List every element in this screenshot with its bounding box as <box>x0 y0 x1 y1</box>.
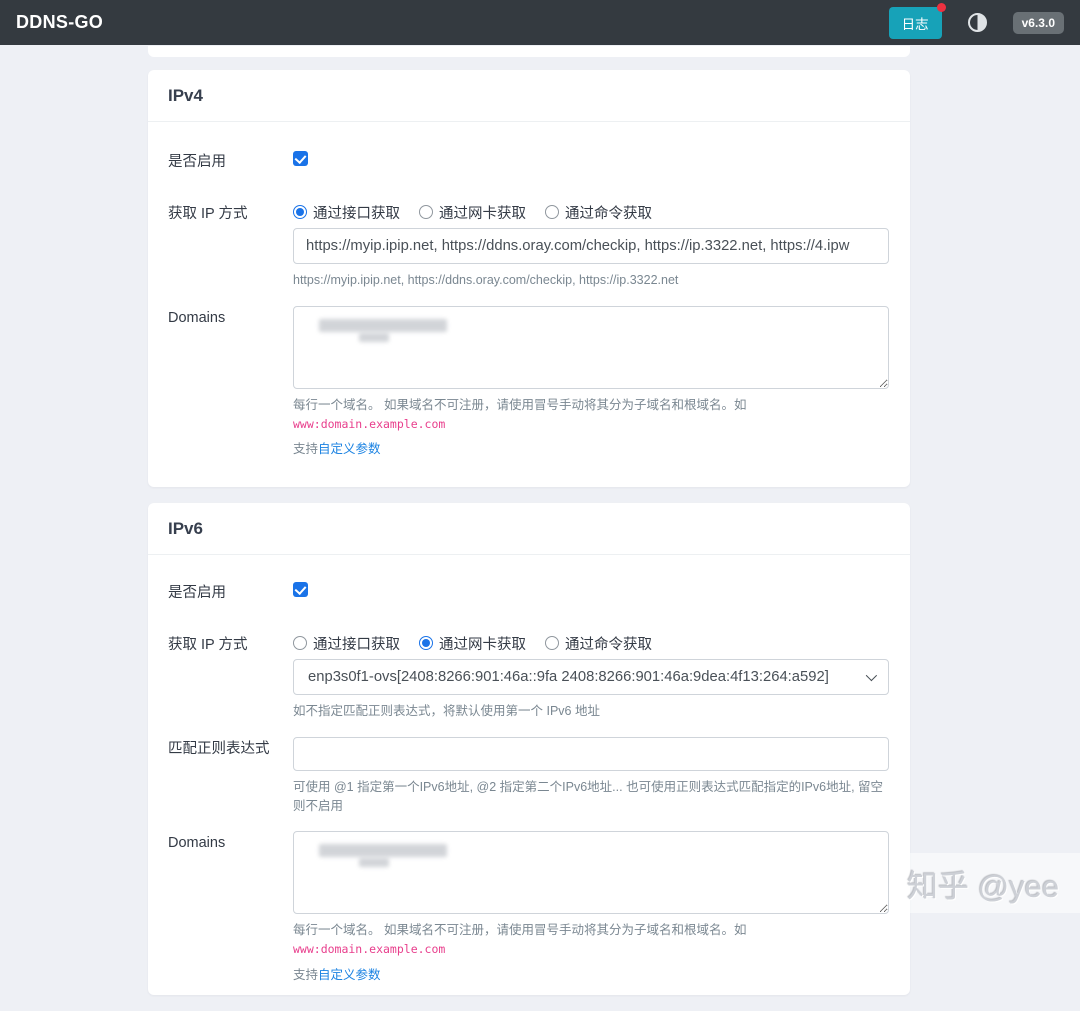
example-domain-code: www:domain.example.com <box>293 417 445 431</box>
logs-button-label: 日志 <box>902 17 929 32</box>
ipv4-card-header: IPv4 <box>148 70 910 122</box>
app-brand: DDNS-GO <box>16 12 103 33</box>
ipv4-domains-help-2: 支持自定义参数 <box>293 440 889 459</box>
top-navbar: DDNS-GO 日志 v6.3.0 <box>0 0 1080 45</box>
custom-params-link[interactable]: 自定义参数 <box>318 968 381 982</box>
ipv6-regex-label: 匹配正则表达式 <box>168 737 293 816</box>
version-badge: v6.3.0 <box>1013 12 1064 34</box>
ipv6-interface-select[interactable]: enp3s0f1-ovs[2408:8266:901:46a::9fa 2408… <box>293 659 889 695</box>
ipv6-method-command[interactable]: 通过命令获取 <box>545 633 652 654</box>
ipv4-method-interface[interactable]: 通过接口获取 <box>293 202 400 223</box>
ipv6-domains-help: 每行一个域名。 如果域名不可注册，请使用冒号手动将其分为子域名和根域名。如 ww… <box>293 921 889 959</box>
radio-unchecked-icon <box>545 636 559 650</box>
example-domain-code: www:domain.example.com <box>293 942 445 956</box>
ipv6-card-header: IPv6 <box>148 503 910 555</box>
ipv6-enable-checkbox[interactable] <box>293 582 308 597</box>
ipv6-card: IPv6 是否启用 获取 IP 方式 通过接口获取 <box>148 503 910 995</box>
notification-dot-icon <box>937 3 946 12</box>
ipv4-domains-help: 每行一个域名。 如果域名不可注册，请使用冒号手动将其分为子域名和根域名。如 ww… <box>293 396 889 434</box>
theme-toggle-icon[interactable] <box>968 13 987 32</box>
ipv6-domains-label: Domains <box>168 831 293 984</box>
ipv4-domains-textarea[interactable] <box>293 306 889 389</box>
ipv6-domains-help-2: 支持自定义参数 <box>293 966 889 985</box>
ipv4-method-netcard[interactable]: 通过网卡获取 <box>419 202 526 223</box>
page-content: IPv4 是否启用 获取 IP 方式 通过接口获取 <box>148 46 910 1011</box>
radio-unchecked-icon <box>419 205 433 219</box>
ipv6-domains-textarea[interactable] <box>293 831 889 914</box>
ipv6-interface-help: 如不指定匹配正则表达式，将默认使用第一个 IPv6 地址 <box>293 702 889 721</box>
ipv4-title: IPv4 <box>168 86 203 106</box>
ipv6-regex-input[interactable] <box>293 737 889 771</box>
ipv4-api-url-input[interactable] <box>293 228 889 264</box>
watermark: 知乎 @yee <box>893 853 1080 913</box>
ipv6-method-netcard[interactable]: 通过网卡获取 <box>419 633 526 654</box>
ipv6-method-label: 获取 IP 方式 <box>168 633 293 721</box>
ipv6-enable-label: 是否启用 <box>168 581 293 604</box>
ipv6-method-radios: 通过接口获取 通过网卡获取 通过命令获取 <box>293 633 889 653</box>
ipv6-title: IPv6 <box>168 519 203 539</box>
radio-unchecked-icon <box>545 205 559 219</box>
radio-checked-icon <box>293 205 307 219</box>
logs-button[interactable]: 日志 <box>889 7 942 39</box>
ipv4-card: IPv4 是否启用 获取 IP 方式 通过接口获取 <box>148 70 910 487</box>
ipv4-domains-label: Domains <box>168 306 293 459</box>
radio-unchecked-icon <box>293 636 307 650</box>
chevron-down-icon <box>866 670 877 681</box>
ipv4-method-command[interactable]: 通过命令获取 <box>545 202 652 223</box>
custom-params-link[interactable]: 自定义参数 <box>318 442 381 456</box>
ipv4-method-label: 获取 IP 方式 <box>168 202 293 290</box>
radio-checked-icon <box>419 636 433 650</box>
ipv4-enable-label: 是否启用 <box>168 150 293 173</box>
ipv4-method-radios: 通过接口获取 通过网卡获取 通过命令获取 <box>293 202 889 222</box>
ipv6-method-interface[interactable]: 通过接口获取 <box>293 633 400 654</box>
ipv4-enable-checkbox[interactable] <box>293 151 308 166</box>
ipv4-api-url-help: https://myip.ipip.net, https://ddns.oray… <box>293 271 889 290</box>
previous-card-bottom-edge <box>148 46 910 57</box>
ipv6-regex-help: 可使用 @1 指定第一个IPv6地址, @2 指定第二个IPv6地址... 也可… <box>293 778 889 816</box>
